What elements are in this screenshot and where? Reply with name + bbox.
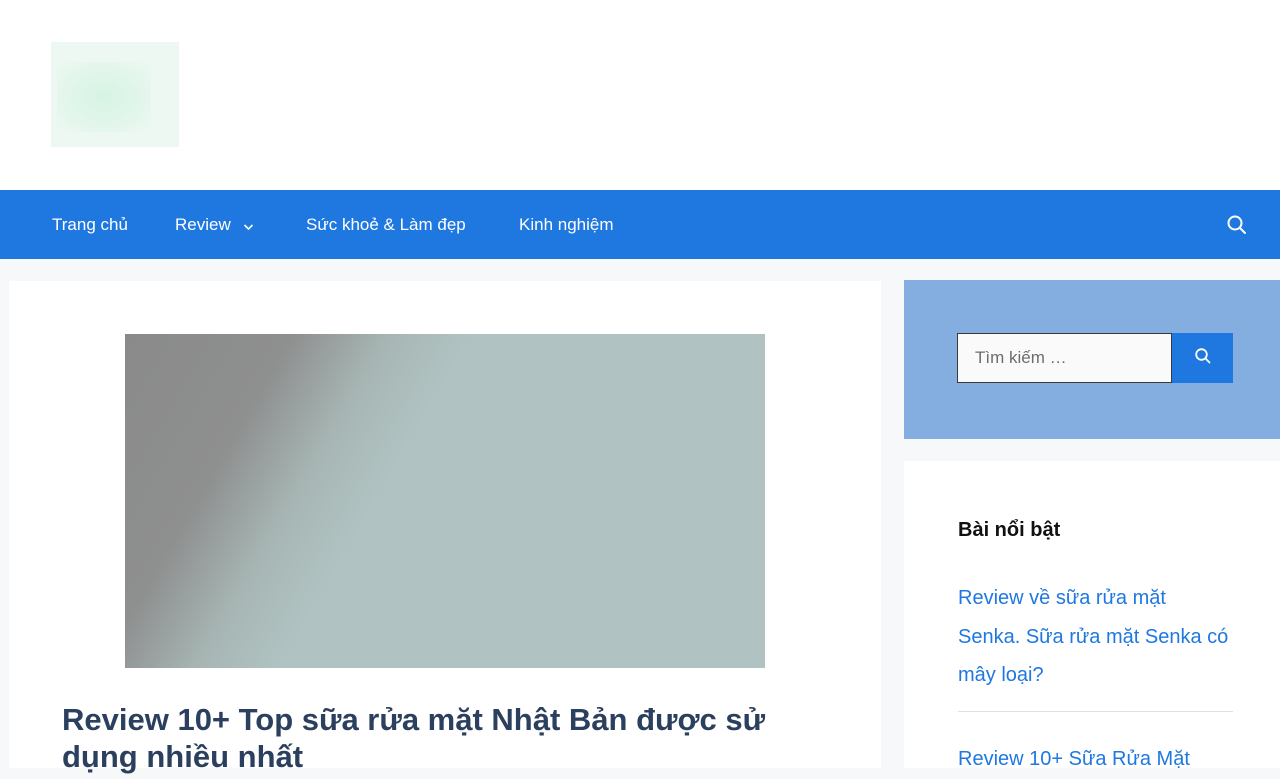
post-card: Review 10+ Top sữa rửa mặt Nhật Bản được… — [9, 281, 881, 774]
chevron-down-icon — [243, 191, 254, 260]
nav-item-review[interactable]: Review — [175, 190, 254, 259]
featured-image[interactable] — [125, 334, 765, 668]
featured-posts-widget: Bài nổi bật Review về sữa rửa mặt Senka.… — [904, 461, 1280, 770]
nav-item-home[interactable]: Trang chủ — [52, 190, 128, 259]
nav-item-label: Trang chủ — [52, 215, 128, 234]
nav-item-label: Sức khoẻ & Làm đẹp — [306, 215, 466, 234]
logo-image — [57, 62, 151, 132]
main-navigation: Trang chủ Review Sức khoẻ & Làm đẹp Kinh… — [0, 190, 1280, 259]
site-logo[interactable] — [51, 42, 179, 147]
widget-title: Bài nổi bật — [958, 519, 1061, 541]
nav-item-health-beauty[interactable]: Sức khoẻ & Làm đẹp — [306, 190, 466, 259]
featured-post-link[interactable]: Review 10+ Sữa Rửa Mặt — [958, 740, 1233, 779]
featured-post-link[interactable]: Review về sữa rửa mặt Senka. Sữa rửa mặt… — [958, 579, 1233, 695]
search-icon — [1194, 347, 1212, 370]
site-header — [0, 0, 1280, 190]
search-widget — [904, 280, 1280, 439]
post-title[interactable]: Review 10+ Top sữa rửa mặt Nhật Bản được… — [62, 701, 822, 775]
nav-item-label: Kinh nghiệm — [519, 215, 614, 234]
nav-item-label: Review — [175, 215, 231, 234]
search-input[interactable] — [957, 333, 1172, 383]
divider — [958, 711, 1233, 712]
search-icon[interactable] — [1226, 214, 1248, 236]
nav-item-experience[interactable]: Kinh nghiệm — [519, 190, 614, 259]
search-button[interactable] — [1172, 333, 1233, 383]
